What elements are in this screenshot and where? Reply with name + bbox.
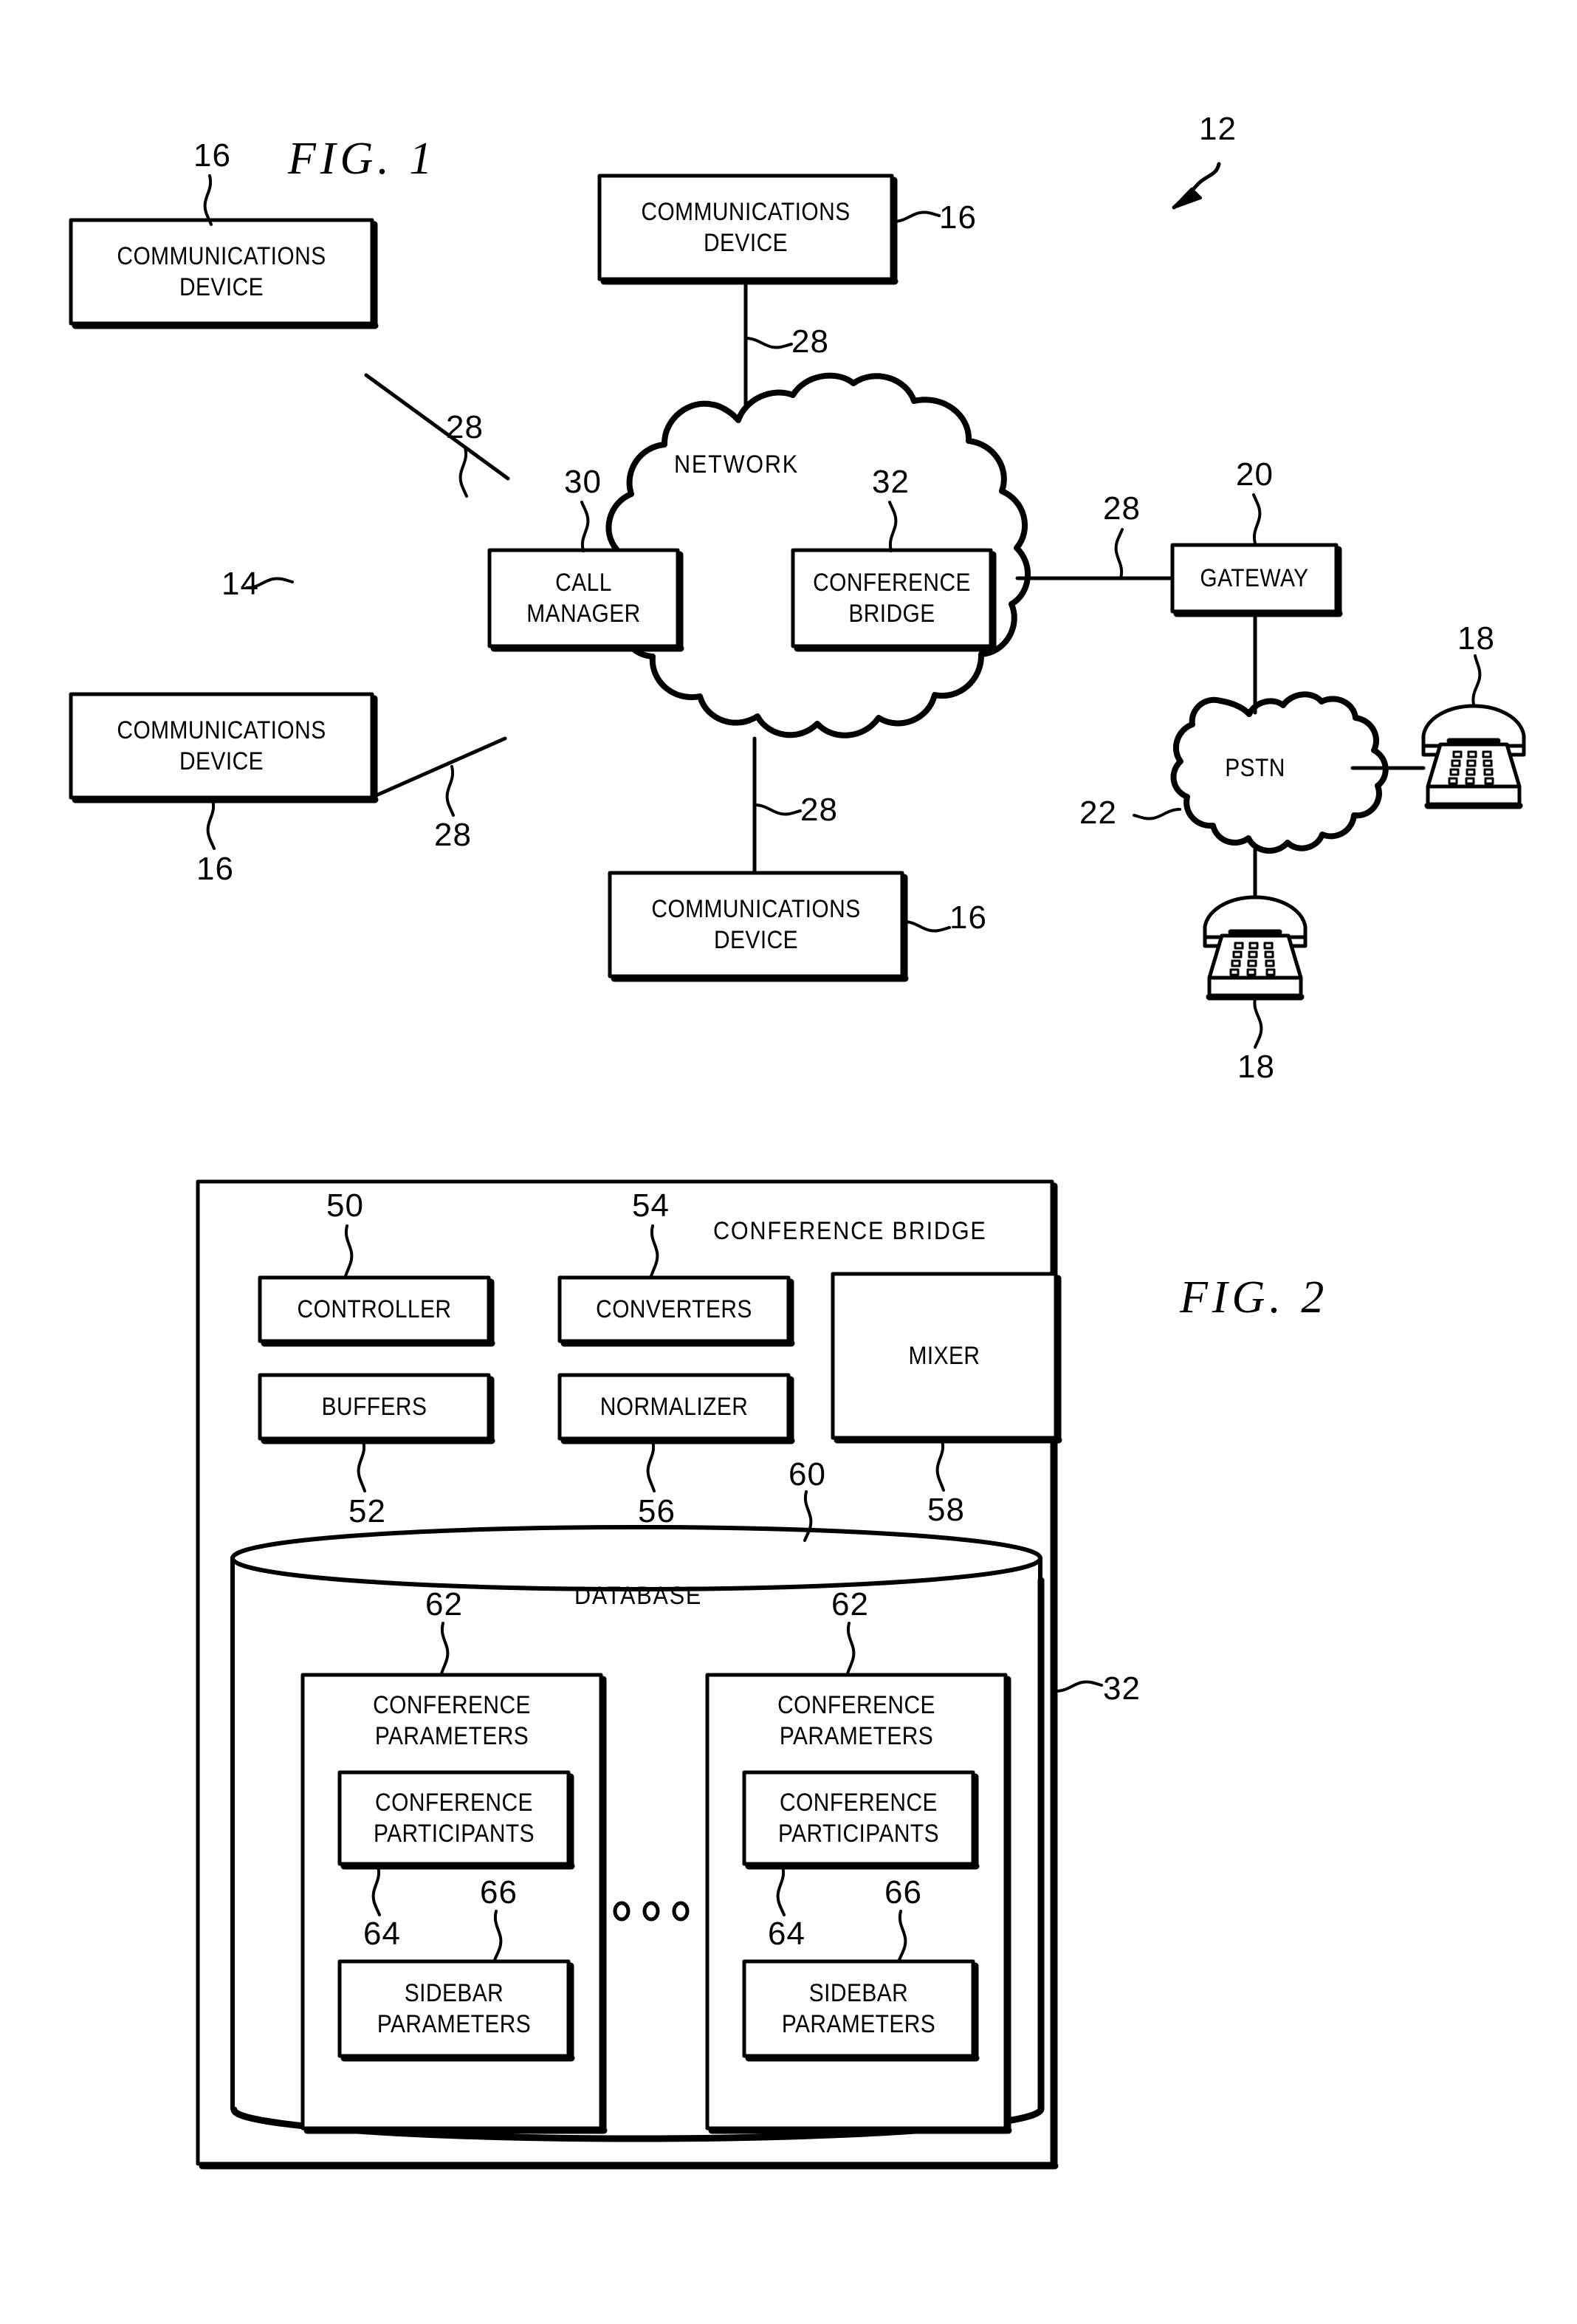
leader-28-bottomleft	[445, 765, 455, 817]
sidebar-parameters-label-2: SIDEBAR PARAMETERS	[781, 1978, 936, 2038]
conference-bridge-label: CONFERENCE BRIDGE	[813, 568, 971, 628]
leader-28-bottom	[753, 803, 802, 816]
ref-20-gateway: 20	[1236, 456, 1274, 493]
telephone-bottom-icon	[1203, 895, 1308, 1001]
ref-66-sidebar1: 66	[480, 1874, 518, 1910]
leader-16-left	[203, 174, 213, 226]
leader-20-gateway	[1252, 493, 1262, 545]
ref-64-participants1: 64	[363, 1916, 401, 1952]
conference-parameters-label-2: CONFERENCE PARAMETERS	[777, 1690, 935, 1750]
buffers-label: BUFFERS	[321, 1392, 427, 1421]
leader-32-confbridge	[888, 501, 898, 552]
figure-2-title: FIG. 2	[1180, 1272, 1329, 1323]
controller-label: CONTROLLER	[297, 1295, 452, 1323]
comm-device-bottom-label: COMMUNICATIONS DEVICE	[651, 894, 861, 954]
ref-28-left: 28	[446, 409, 484, 445]
link-28-bottomleft	[364, 736, 507, 802]
ref-22-pstn: 22	[1079, 795, 1117, 831]
mixer-label: MIXER	[908, 1341, 980, 1370]
leader-22-pstn	[1133, 808, 1181, 820]
leader-18-right	[1471, 654, 1482, 706]
leader-16-bottomleft	[206, 798, 216, 850]
leader-30-callmanager	[580, 501, 590, 552]
comm-device-bottomleft-label: COMMUNICATIONS DEVICE	[117, 716, 326, 775]
sidebar-parameters-label-1: SIDEBAR PARAMETERS	[377, 1978, 532, 2038]
fig2-title-label: CONFERENCE BRIDGE	[713, 1217, 987, 1245]
ref-52-buffers: 52	[348, 1493, 386, 1529]
converters-label: CONVERTERS	[596, 1295, 752, 1323]
comm-device-left-label: COMMUNICATIONS DEVICE	[117, 241, 326, 301]
ref-28-gateway: 28	[1103, 490, 1141, 527]
leader-28-left	[458, 446, 468, 498]
network-label: NETWORK	[674, 450, 800, 479]
leader-16-top	[892, 210, 941, 223]
leader-18-bottom	[1253, 997, 1263, 1049]
normalizer-label: NORMALIZER	[599, 1392, 749, 1421]
database-label: DATABASE	[574, 1582, 703, 1610]
ref-32-fig2outer: 32	[1103, 1670, 1141, 1707]
ref-30-callmanager: 30	[564, 464, 602, 500]
comm-device-top-label: COMMUNICATIONS DEVICE	[641, 197, 851, 257]
gateway-label: GATEWAY	[1200, 563, 1309, 592]
ref-16-top: 16	[939, 199, 977, 236]
conference-participants-label-2: CONFERENCE PARTICIPANTS	[777, 1788, 940, 1848]
ref-18-bottom: 18	[1237, 1049, 1275, 1085]
ref-28-top: 28	[791, 323, 829, 360]
call-manager-label: CALL MANAGER	[526, 568, 641, 628]
leader-28-top	[744, 337, 793, 349]
ref-16-bottom: 16	[949, 899, 987, 936]
ref-62-record1: 62	[425, 1586, 463, 1622]
link-28-left	[364, 373, 510, 481]
ref-28-bottomleft: 28	[434, 817, 472, 853]
conference-parameters-label-1: CONFERENCE PARAMETERS	[373, 1690, 531, 1750]
ref-16-left: 16	[193, 137, 231, 174]
ref-64-participants2: 64	[768, 1916, 805, 1952]
ref-32-confbridge: 32	[872, 464, 910, 500]
patent-drawing-sheet: FIG. 1 FIG. 2 COMMUNICATIONS DEVICE COMM…	[0, 0, 1577, 2324]
ref-62-record2: 62	[831, 1586, 869, 1622]
ref-16-bottomleft: 16	[196, 851, 234, 887]
pstn-label: PSTN	[1225, 753, 1285, 782]
ref-50-controller: 50	[326, 1187, 364, 1224]
leader-32-fig2outer	[1054, 1680, 1103, 1693]
leader-28-gateway	[1114, 528, 1124, 580]
conference-participants-label-1: CONFERENCE PARTICIPANTS	[373, 1788, 535, 1848]
ref-28-bottom: 28	[800, 792, 838, 828]
ref-54-converters: 54	[632, 1187, 670, 1224]
ref-18-right: 18	[1457, 620, 1495, 657]
ref-12-system: 12	[1199, 111, 1237, 147]
ref-66-sidebar2: 66	[884, 1874, 922, 1910]
ref-56-normalizer: 56	[638, 1493, 676, 1529]
telephone-right-icon	[1421, 704, 1526, 809]
ref-14-network: 14	[221, 566, 259, 602]
ref-60-database: 60	[788, 1456, 826, 1492]
figure-1-title: FIG. 1	[288, 134, 437, 184]
system-ref-arrowhead	[1172, 188, 1202, 209]
leader-16-bottom	[902, 920, 951, 933]
ref-58-mixer: 58	[927, 1492, 965, 1528]
